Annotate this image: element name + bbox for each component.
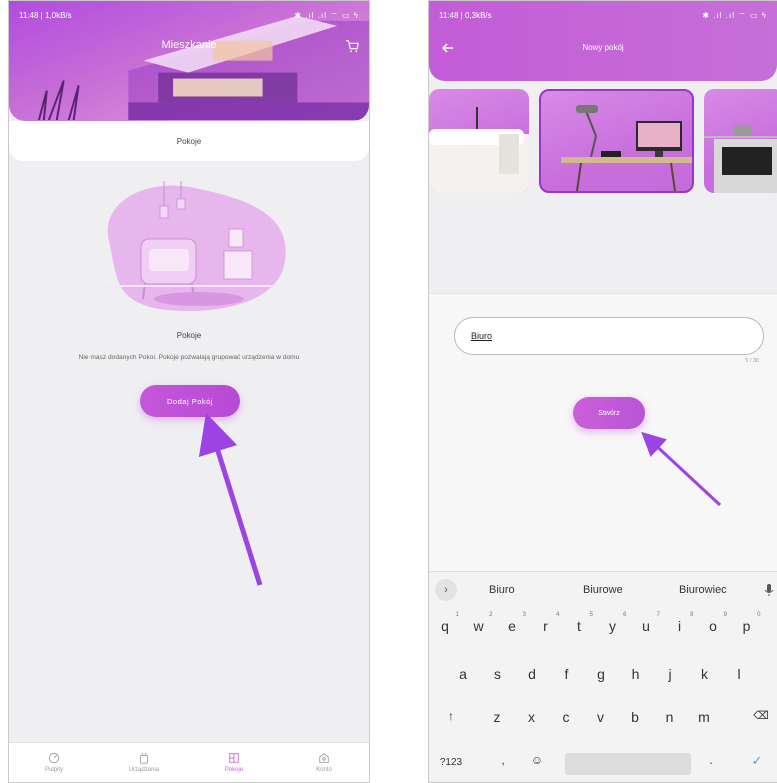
rooms-icon <box>229 753 239 763</box>
key-o[interactable]: o9 <box>701 612 727 634</box>
header-banner: 11:48 | 1,0kB/s ✱ .ıl .ıl ⌔ ▭ ϟ Mieszkan… <box>9 1 369 121</box>
key-e[interactable]: e3 <box>500 612 526 634</box>
key-hint: 7 <box>656 612 660 618</box>
symbols-key[interactable]: ?123 <box>431 757 471 768</box>
emoji-icon[interactable]: ☺ <box>525 753 549 767</box>
keyboard-row-3: ↑ ⌫ zxcvbnm <box>429 709 777 745</box>
add-room-button[interactable]: Dodaj Pokój <box>140 385 240 417</box>
empty-state-title: Pokoje <box>176 331 202 340</box>
suggestion-item[interactable]: Biuro <box>489 584 515 596</box>
nav-label: Urządzenia <box>128 767 160 773</box>
period-key[interactable]: . <box>699 753 723 767</box>
room-image-office[interactable] <box>539 89 694 193</box>
checkmark-icon[interactable]: ✓ <box>745 753 769 769</box>
key-l[interactable]: l <box>727 666 751 682</box>
key-r[interactable]: r4 <box>534 612 559 634</box>
chevron-right-icon[interactable]: › <box>435 579 457 601</box>
key-f[interactable]: f <box>555 666 579 682</box>
key-y[interactable]: y6 <box>601 612 627 634</box>
suggestion-item[interactable]: Biurowiec <box>679 584 727 596</box>
create-room-button[interactable]: Stwórz <box>573 397 645 429</box>
key-m[interactable]: m <box>692 709 716 725</box>
suggestion-bar: › Biuro Biurowe Biurowiec <box>429 572 777 608</box>
key-w[interactable]: w2 <box>467 612 492 634</box>
account-icon <box>319 753 329 763</box>
key-v[interactable]: v <box>589 709 613 725</box>
soft-keyboard: › Biuro Biurowe Biurowiec q1 w2 e3 r4 t5 y6 u7… <box>429 571 777 782</box>
page-title: Mieszkanie <box>161 39 217 51</box>
key-q[interactable]: q1 <box>433 612 459 634</box>
key-k[interactable]: k <box>693 666 717 682</box>
key-hint: 2 <box>489 612 493 618</box>
key-hint: 6 <box>623 612 627 618</box>
nav-label: Pulpity <box>44 767 63 773</box>
nav-item-devices[interactable]: Urządzenia <box>99 743 189 782</box>
empty-state-description: Nie masz dodanych Pokoi. Pokoje pozwalaj… <box>78 354 300 361</box>
key-h[interactable]: h <box>624 666 648 682</box>
bottom-navigation: Pulpity Urządzenia Pokoje Konto <box>9 742 369 782</box>
nav-item-account[interactable]: Konto <box>279 743 369 782</box>
key-z[interactable]: z <box>485 709 509 725</box>
nav-item-rooms[interactable]: Pokoje <box>189 743 279 782</box>
microphone-icon[interactable] <box>764 583 774 597</box>
key-hint: 4 <box>556 612 560 618</box>
keyboard-row-1: q1 w2 e3 r4 t5 y6 u7 i8 o9 p0 <box>429 612 777 654</box>
status-time: 11:48 | 1,0kB/s <box>19 11 72 20</box>
key-x[interactable]: x <box>520 709 544 725</box>
key-g[interactable]: g <box>589 666 613 682</box>
status-time: 11:48 | 0,3kB/s <box>439 11 492 20</box>
key-t[interactable]: t5 <box>567 612 593 634</box>
room-image-bathroom[interactable] <box>429 89 529 193</box>
empty-rooms-illustration <box>99 181 286 312</box>
key-n[interactable]: n <box>658 709 682 725</box>
key-d[interactable]: d <box>520 666 544 682</box>
header-bar: 11:48 | 0,3kB/s ✱ .ıl .ıl ⌔ ▭ ϟ Nowy pok… <box>429 1 777 81</box>
status-icons: ✱ .ıl .ıl ⌔ ▭ ϟ <box>294 11 359 20</box>
key-hint: 8 <box>690 612 694 618</box>
room-name-input[interactable] <box>454 317 764 355</box>
key-hint: 1 <box>455 612 459 618</box>
key-hint: 0 <box>757 612 761 618</box>
key-p[interactable]: p0 <box>735 612 761 634</box>
key-s[interactable]: s <box>486 666 510 682</box>
rooms-screen: 11:48 | 1,0kB/s ✱ .ıl .ıl ⌔ ▭ ϟ Mieszkan… <box>8 0 370 783</box>
backspace-key[interactable]: ⌫ <box>749 709 773 722</box>
device-icon <box>140 752 148 764</box>
status-icons: ✱ .ıl .ıl ⌔ ▭ ϟ <box>702 11 767 20</box>
key-i[interactable]: i8 <box>668 612 694 634</box>
page-title: Nowy pokój <box>582 43 624 52</box>
tab-rooms[interactable]: Pokoje <box>9 121 369 161</box>
kitchen-oven-icon <box>704 125 777 193</box>
spacebar[interactable] <box>565 753 691 775</box>
key-a[interactable]: a <box>451 666 475 682</box>
key-j[interactable]: j <box>658 666 682 682</box>
tab-rooms-label: Pokoje <box>176 136 202 146</box>
char-counter: 5 / 30 <box>745 358 759 364</box>
status-bar: 11:48 | 1,0kB/s ✱ .ıl .ıl ⌔ ▭ ϟ <box>19 11 359 21</box>
office-desk-icon <box>561 105 692 191</box>
key-hint: 5 <box>589 612 593 618</box>
suggestion-item[interactable]: Biurowe <box>583 584 623 596</box>
cart-icon[interactable] <box>345 39 359 53</box>
key-u[interactable]: u7 <box>634 612 660 634</box>
nav-item-dashboards[interactable]: Pulpity <box>9 743 99 782</box>
bathtub-icon <box>429 107 529 193</box>
new-room-screen: 11:48 | 0,3kB/s ✱ .ıl .ıl ⌔ ▭ ϟ Nowy pok… <box>428 0 777 783</box>
nav-label: Konto <box>316 767 332 773</box>
key-hint: 3 <box>522 612 526 618</box>
room-image-carousel <box>429 89 777 197</box>
dashboard-icon <box>48 752 60 764</box>
comma-key[interactable]: , <box>491 753 515 767</box>
shift-key[interactable]: ↑ <box>439 709 463 723</box>
keyboard-row-2: asdfghjkl <box>429 666 777 702</box>
key-hint: 9 <box>723 612 727 618</box>
key-c[interactable]: c <box>554 709 578 725</box>
room-image-kitchen[interactable] <box>704 89 777 193</box>
nav-label: Pokoje <box>224 767 244 773</box>
key-b[interactable]: b <box>623 709 647 725</box>
status-bar: 11:48 | 0,3kB/s ✱ .ıl .ıl ⌔ ▭ ϟ <box>439 11 767 21</box>
